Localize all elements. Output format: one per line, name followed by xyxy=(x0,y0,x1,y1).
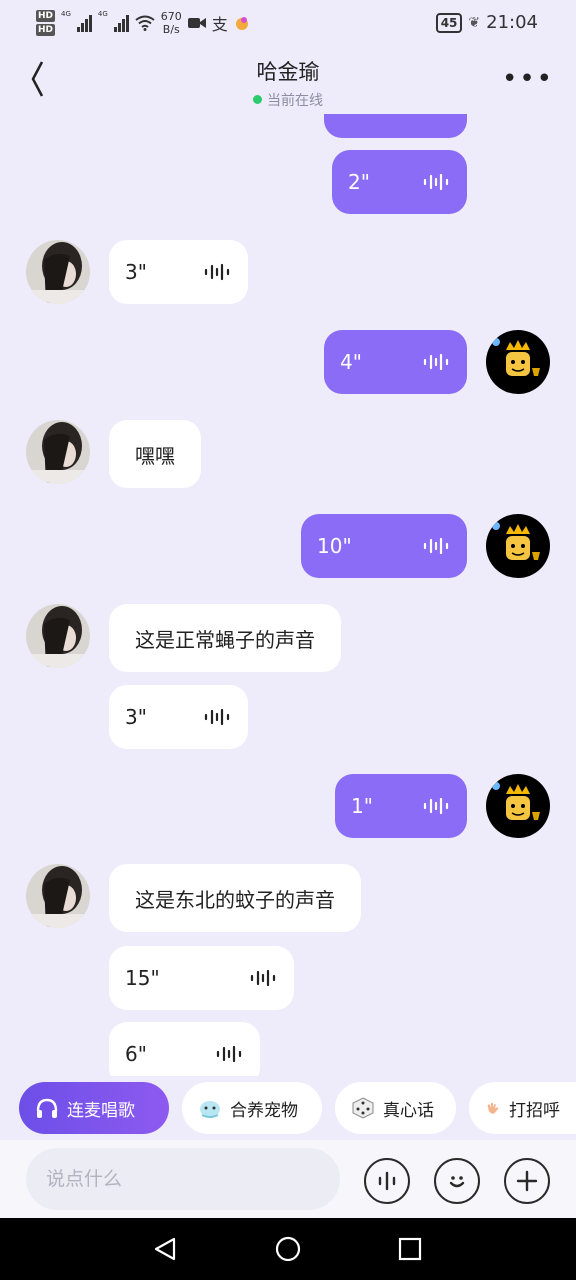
text-message-received[interactable]: 这是东北的蚊子的声音 xyxy=(109,864,361,932)
online-status-label: 当前在线 xyxy=(267,93,323,109)
network-speed: 670 B/s xyxy=(161,10,182,36)
home-circle-icon[interactable] xyxy=(275,1236,301,1262)
voice-message-received[interactable]: 3" xyxy=(109,685,248,749)
voice-message-sent[interactable]: 4" xyxy=(324,330,467,394)
voice-wave-icon xyxy=(423,797,449,815)
wifi-icon xyxy=(135,15,155,31)
quick-action-label: 连麦唱歌 xyxy=(67,1100,135,1121)
voice-wave-icon xyxy=(250,969,276,987)
more-options-button[interactable]: ••• xyxy=(502,64,554,94)
my-avatar[interactable] xyxy=(486,330,550,394)
voice-input-button[interactable] xyxy=(364,1158,410,1204)
plus-icon xyxy=(516,1170,538,1192)
battery-icon: 45 xyxy=(435,12,463,33)
voice-duration: 15" xyxy=(125,966,160,990)
status-bar: HD HD 4G 4G 670 B/s 支 45 ❦ 21:04 xyxy=(0,0,576,50)
quick-action-truth[interactable]: 真心话 xyxy=(335,1082,456,1134)
chat-header: 哈金瑜 当前在线 ••• xyxy=(0,50,576,120)
text-message-received[interactable]: 这是正常蝇子的声音 xyxy=(109,604,341,672)
quick-action-label: 真心话 xyxy=(383,1100,434,1121)
online-status: 当前在线 xyxy=(0,90,576,110)
contact-avatar[interactable] xyxy=(26,420,90,484)
voice-duration: 4" xyxy=(340,350,362,374)
voice-message-sent[interactable]: 10" xyxy=(301,514,467,578)
headphones-icon xyxy=(36,1098,58,1118)
voice-message-sent[interactable]: 1" xyxy=(335,774,467,838)
quick-action-label: 合养宠物 xyxy=(230,1100,298,1121)
voice-duration: 3" xyxy=(125,260,147,284)
message-bubble-partial[interactable] xyxy=(324,114,467,138)
emoji-button[interactable] xyxy=(434,1158,480,1204)
leaf-icon: ❦ xyxy=(468,14,481,31)
text-message-received[interactable]: 嘿嘿 xyxy=(109,420,201,488)
network-type-label: 4G xyxy=(61,10,71,18)
add-more-button[interactable] xyxy=(504,1158,550,1204)
voice-duration: 10" xyxy=(317,534,352,558)
hd-badge: HD xyxy=(36,10,56,22)
voice-wave-icon xyxy=(423,353,449,371)
dice-icon xyxy=(352,1097,374,1119)
hd-badge: HD xyxy=(36,24,56,36)
voice-duration: 3" xyxy=(125,705,147,729)
voice-wave-icon xyxy=(378,1171,396,1191)
pet-icon xyxy=(200,1101,220,1118)
voice-wave-icon xyxy=(204,708,230,726)
voice-wave-icon xyxy=(423,173,449,191)
network-type-label: 4G xyxy=(97,10,108,18)
voice-message-sent[interactable]: 2" xyxy=(332,150,467,214)
voice-message-received[interactable]: 15" xyxy=(109,946,294,1010)
voice-wave-icon xyxy=(204,263,230,281)
voice-duration: 1" xyxy=(351,794,373,818)
chat-input-bar xyxy=(0,1140,576,1218)
contact-avatar[interactable] xyxy=(26,240,90,304)
voice-duration: 6" xyxy=(125,1042,147,1066)
alipay-icon: 支 xyxy=(211,15,228,34)
voice-duration: 2" xyxy=(348,170,370,194)
speed-unit: B/s xyxy=(162,23,180,36)
voice-wave-icon xyxy=(216,1045,242,1063)
quick-action-raise-pet[interactable]: 合养宠物 xyxy=(182,1082,322,1134)
speed-value: 670 xyxy=(160,10,182,23)
signal-icon xyxy=(113,14,129,32)
app-notification-icon xyxy=(235,17,248,30)
contact-avatar[interactable] xyxy=(26,604,90,668)
voice-message-received[interactable]: 3" xyxy=(109,240,248,304)
system-navigation-bar xyxy=(0,1218,576,1280)
quick-action-duet-sing[interactable]: 连麦唱歌 xyxy=(19,1082,169,1134)
back-triangle-icon[interactable] xyxy=(152,1236,178,1262)
my-avatar[interactable] xyxy=(486,774,550,838)
contact-avatar[interactable] xyxy=(26,864,90,928)
wave-hand-icon xyxy=(487,1102,499,1114)
contact-name: 哈金瑜 xyxy=(256,60,320,84)
recents-square-icon[interactable] xyxy=(397,1236,423,1262)
video-camera-icon xyxy=(187,18,206,28)
voice-wave-icon xyxy=(423,537,449,555)
smiley-icon xyxy=(449,1176,465,1188)
my-avatar[interactable] xyxy=(486,514,550,578)
online-dot-icon xyxy=(253,95,262,104)
clock: 21:04 xyxy=(486,12,538,33)
quick-action-label: 打招呼 xyxy=(509,1100,560,1121)
quick-action-greet[interactable]: 打招呼 xyxy=(469,1082,576,1134)
message-input[interactable] xyxy=(26,1148,340,1210)
signal-icon xyxy=(76,14,92,32)
